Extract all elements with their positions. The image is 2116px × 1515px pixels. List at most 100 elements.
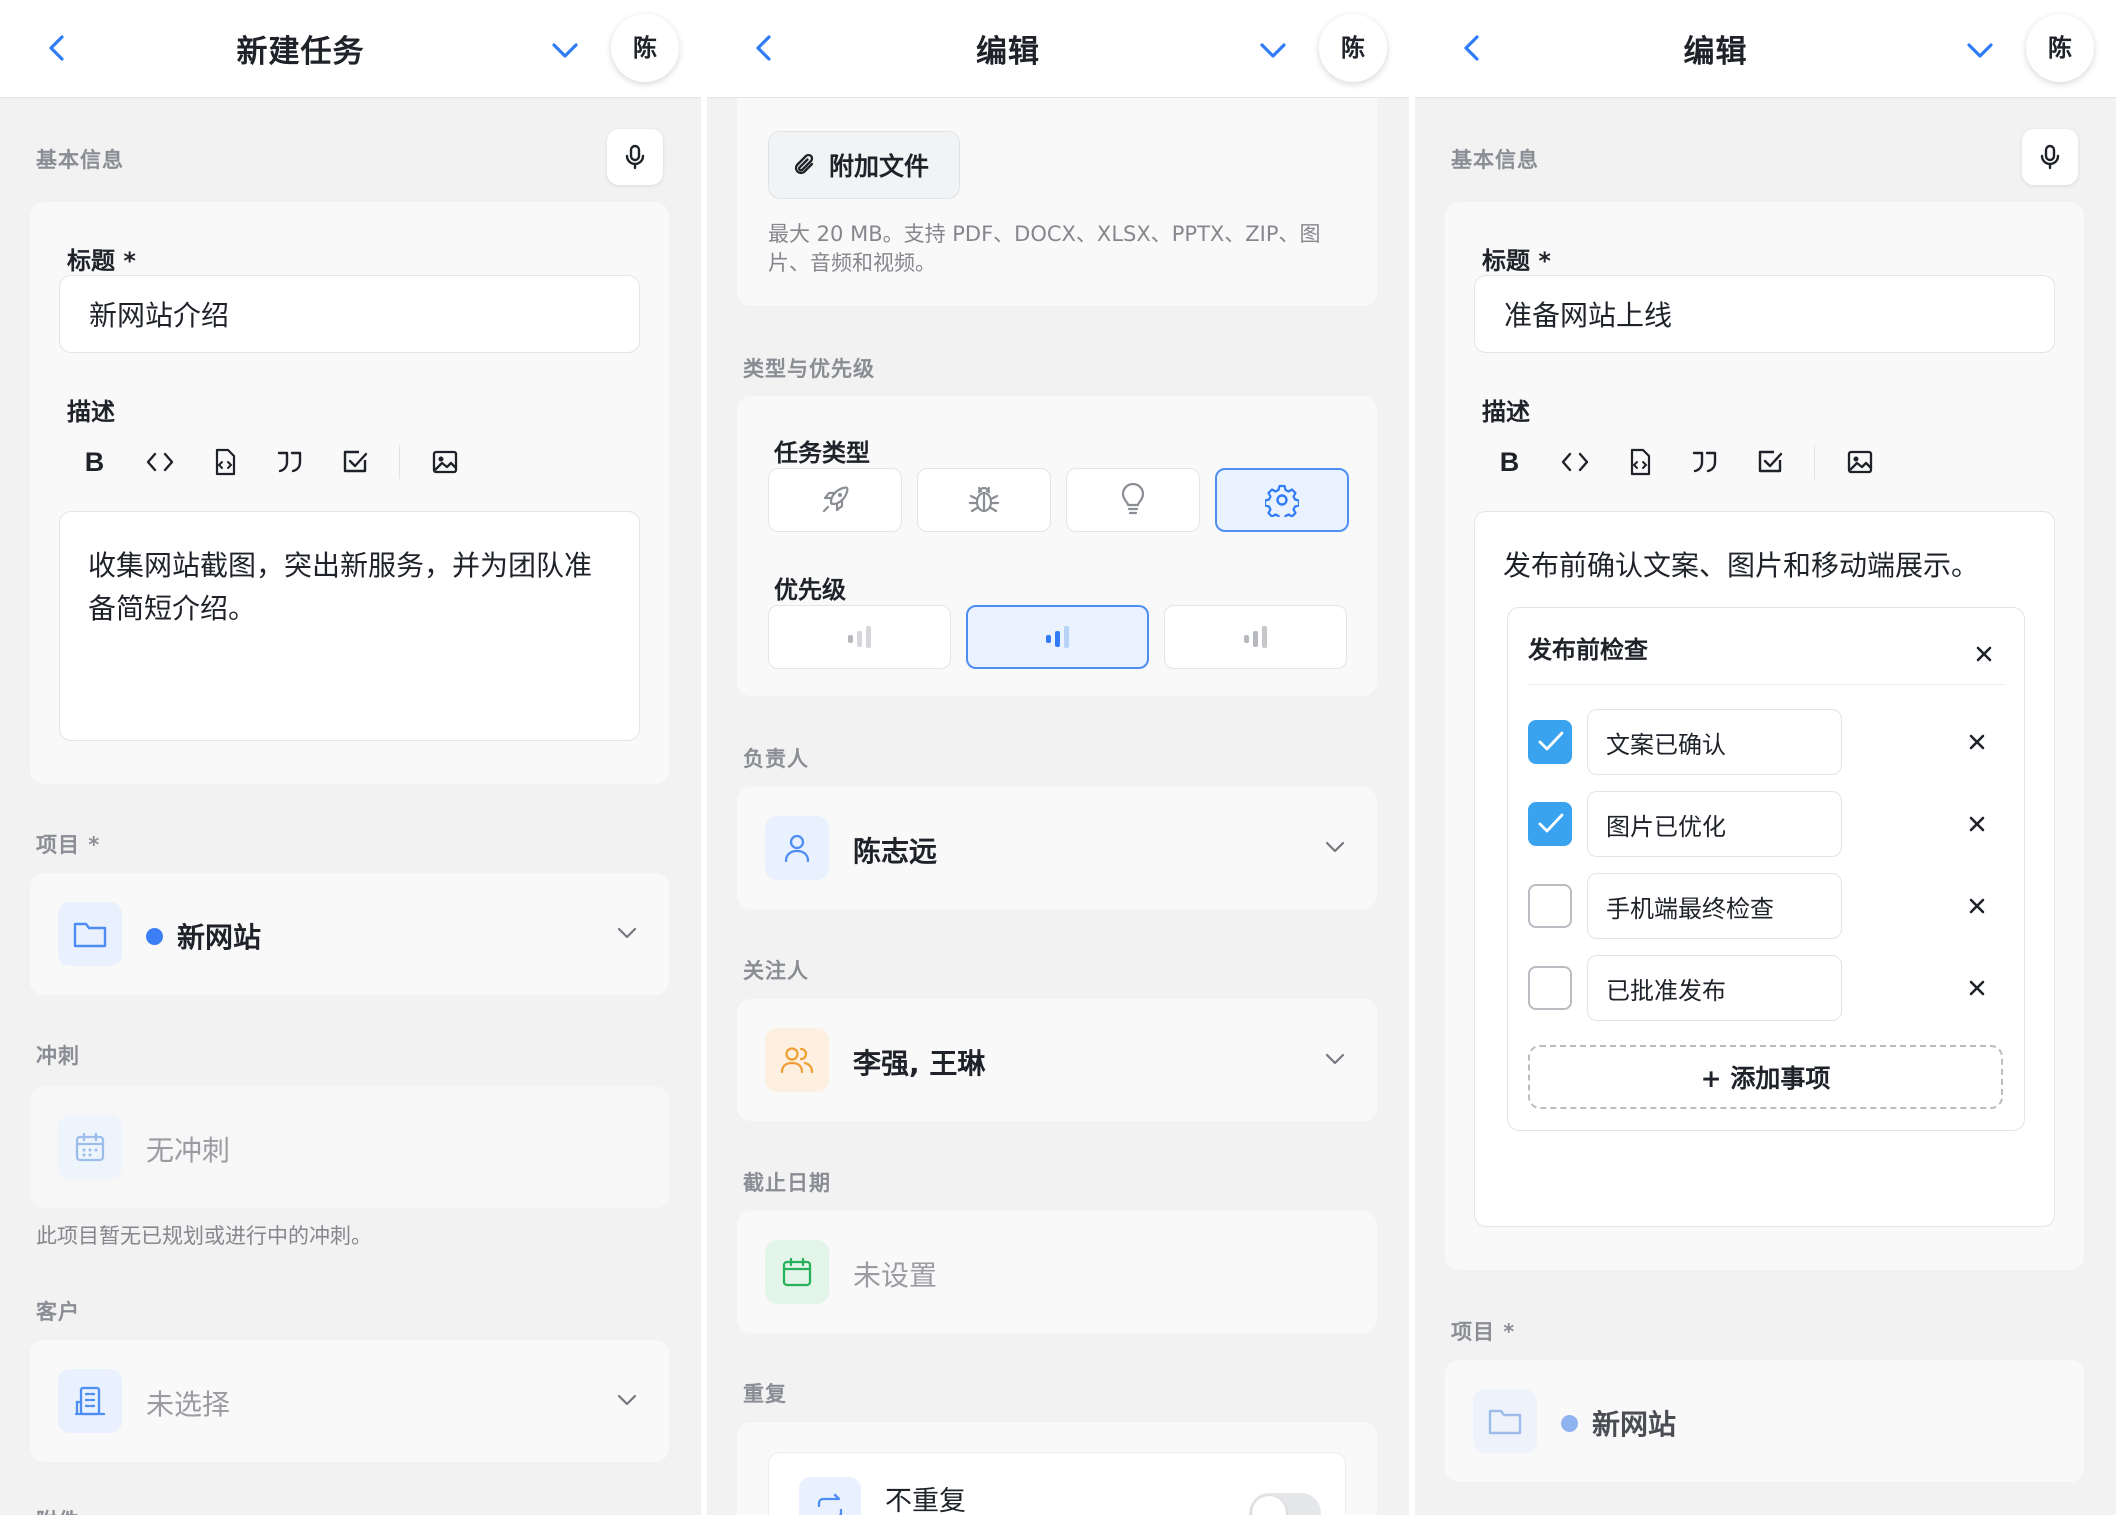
project-name: 新网站 [1592, 1408, 1677, 1441]
project-select[interactable]: 新网站 [1445, 1360, 2084, 1482]
checklist-item-input[interactable]: 图片已优化 [1587, 791, 1842, 857]
image-button[interactable] [412, 437, 477, 487]
quote-button[interactable] [1672, 437, 1737, 487]
project-name: 新网站 [177, 921, 262, 954]
section-repeat: 重复 [743, 1382, 787, 1406]
quote-button[interactable] [257, 437, 322, 487]
voice-input-button[interactable] [607, 129, 663, 185]
checklist-checkbox[interactable] [1528, 966, 1572, 1010]
building-icon [74, 1386, 106, 1416]
priority-high[interactable] [1164, 605, 1347, 669]
checklist-item-input[interactable]: 手机端最终检查 [1587, 873, 1842, 939]
chevron-down-icon [1325, 841, 1345, 853]
title-label: 标题 * [67, 247, 136, 275]
voice-input-button[interactable] [2022, 129, 2078, 185]
title-input[interactable]: 新网站介绍 [59, 275, 640, 353]
calendar-icon [782, 1257, 812, 1287]
checklist-checkbox[interactable] [1528, 884, 1572, 928]
watchers-select[interactable]: 李强, 王琳 [737, 999, 1377, 1121]
section-sprint: 冲刺 [36, 1044, 80, 1068]
back-icon[interactable] [747, 30, 783, 66]
image-icon [432, 450, 457, 474]
attach-file-label: 附加文件 [829, 152, 930, 181]
sprint-icon-wrap [58, 1115, 122, 1179]
due-date-select[interactable]: 未设置 [737, 1211, 1377, 1333]
client-select[interactable]: 未选择 [30, 1340, 669, 1462]
watchers-icon-wrap [765, 1028, 829, 1092]
checkbox-icon [1758, 450, 1782, 473]
chevron-down-icon[interactable] [547, 32, 583, 68]
header: 编辑 陈 [707, 0, 1409, 98]
back-icon[interactable] [40, 30, 76, 66]
panel-edit-task: 附加文件 最大 20 MB。支持 PDF、DOCX、XLSX、PPTX、ZIP、… [707, 0, 1409, 1515]
task-type-label: 任务类型 [774, 439, 870, 467]
repeat-toggle[interactable] [1249, 1493, 1321, 1515]
add-item-button[interactable]: + 添加事项 [1528, 1045, 2003, 1109]
calendar-icon [75, 1132, 105, 1162]
title-input[interactable]: 准备网站上线 [1474, 275, 2055, 353]
remove-item-icon[interactable] [1962, 727, 1992, 757]
checklist-checkbox[interactable] [1528, 720, 1572, 764]
panel-edit-checklist: 编辑 陈 基本信息 标题 * 准备网站上线 描述 B 发布前确认文案、图片和移动… [1415, 0, 2116, 1515]
checklist-button[interactable] [322, 437, 387, 487]
client-icon-wrap [58, 1369, 122, 1433]
checklist-item-input[interactable]: 文案已确认 [1587, 709, 1842, 775]
section-project: 项目 * [36, 833, 101, 857]
checklist-item-input[interactable]: 已批准发布 [1587, 955, 1842, 1021]
sprint-select[interactable]: 无冲刺 [30, 1086, 669, 1208]
image-button[interactable] [1827, 437, 1892, 487]
chevron-down-icon[interactable] [1962, 32, 1998, 68]
project-color-dot [146, 928, 163, 945]
assignee-select[interactable]: 陈志远 [737, 787, 1377, 909]
toolbar-divider [1814, 445, 1815, 479]
format-toolbar: B [1477, 437, 1892, 487]
code-button[interactable] [127, 437, 192, 487]
sprint-hint: 此项目暂无已规划或进行中的冲刺。 [36, 1224, 372, 1248]
users-icon [780, 1047, 814, 1074]
task-type-task[interactable] [1215, 468, 1349, 532]
task-type-idea[interactable] [1066, 468, 1200, 532]
checklist-checkbox[interactable] [1528, 802, 1572, 846]
microphone-icon [625, 144, 645, 170]
priority-medium[interactable] [966, 605, 1149, 669]
back-icon[interactable] [1455, 30, 1491, 66]
format-toolbar: B [62, 437, 477, 487]
quote-icon [1692, 451, 1716, 473]
code-block-button[interactable] [1607, 437, 1672, 487]
close-icon[interactable] [1969, 639, 1999, 669]
chevron-down-icon[interactable] [1255, 32, 1291, 68]
avatar[interactable]: 陈 [611, 14, 679, 82]
project-color-dot [1561, 1415, 1578, 1432]
avatar[interactable]: 陈 [1319, 14, 1387, 82]
task-type-bug[interactable] [917, 468, 1051, 532]
checklist-button[interactable] [1737, 437, 1802, 487]
task-type-feature[interactable] [768, 468, 902, 532]
paperclip-icon [794, 153, 814, 175]
page-title: 编辑 [976, 34, 1040, 70]
remove-item-icon[interactable] [1962, 973, 1992, 1003]
remove-item-icon[interactable] [1962, 809, 1992, 839]
repeat-row[interactable]: 不重复 [768, 1452, 1346, 1515]
section-watchers: 关注人 [743, 959, 809, 983]
page-title: 编辑 [1683, 34, 1748, 70]
signal-low-icon [847, 626, 871, 648]
project-select[interactable]: 新网站 [30, 873, 669, 995]
section-client: 客户 [36, 1300, 80, 1324]
remove-item-icon[interactable] [1962, 891, 1992, 921]
avatar[interactable]: 陈 [2026, 14, 2094, 82]
section-basic-info: 基本信息 [36, 148, 124, 172]
project-value: 新网站 [146, 916, 261, 956]
check-icon [1538, 813, 1564, 833]
checklist-card: 发布前检查 文案已确认 图片已优化 手机端最终检查 已批准发布 + 添加事项 [1507, 607, 2025, 1131]
description-editor[interactable]: 收集网站截图，突出新服务，并为团队准备简短介绍。 [59, 511, 640, 741]
user-icon [784, 834, 810, 863]
priority-low[interactable] [768, 605, 951, 669]
signal-medium-icon [1045, 626, 1069, 648]
code-block-button[interactable] [192, 437, 257, 487]
code-button[interactable] [1542, 437, 1607, 487]
bold-button[interactable]: B [62, 437, 127, 487]
priority-label: 优先级 [774, 576, 846, 604]
attach-file-button[interactable]: 附加文件 [768, 131, 960, 199]
bold-button[interactable]: B [1477, 437, 1542, 487]
due-date-icon-wrap [765, 1240, 829, 1304]
